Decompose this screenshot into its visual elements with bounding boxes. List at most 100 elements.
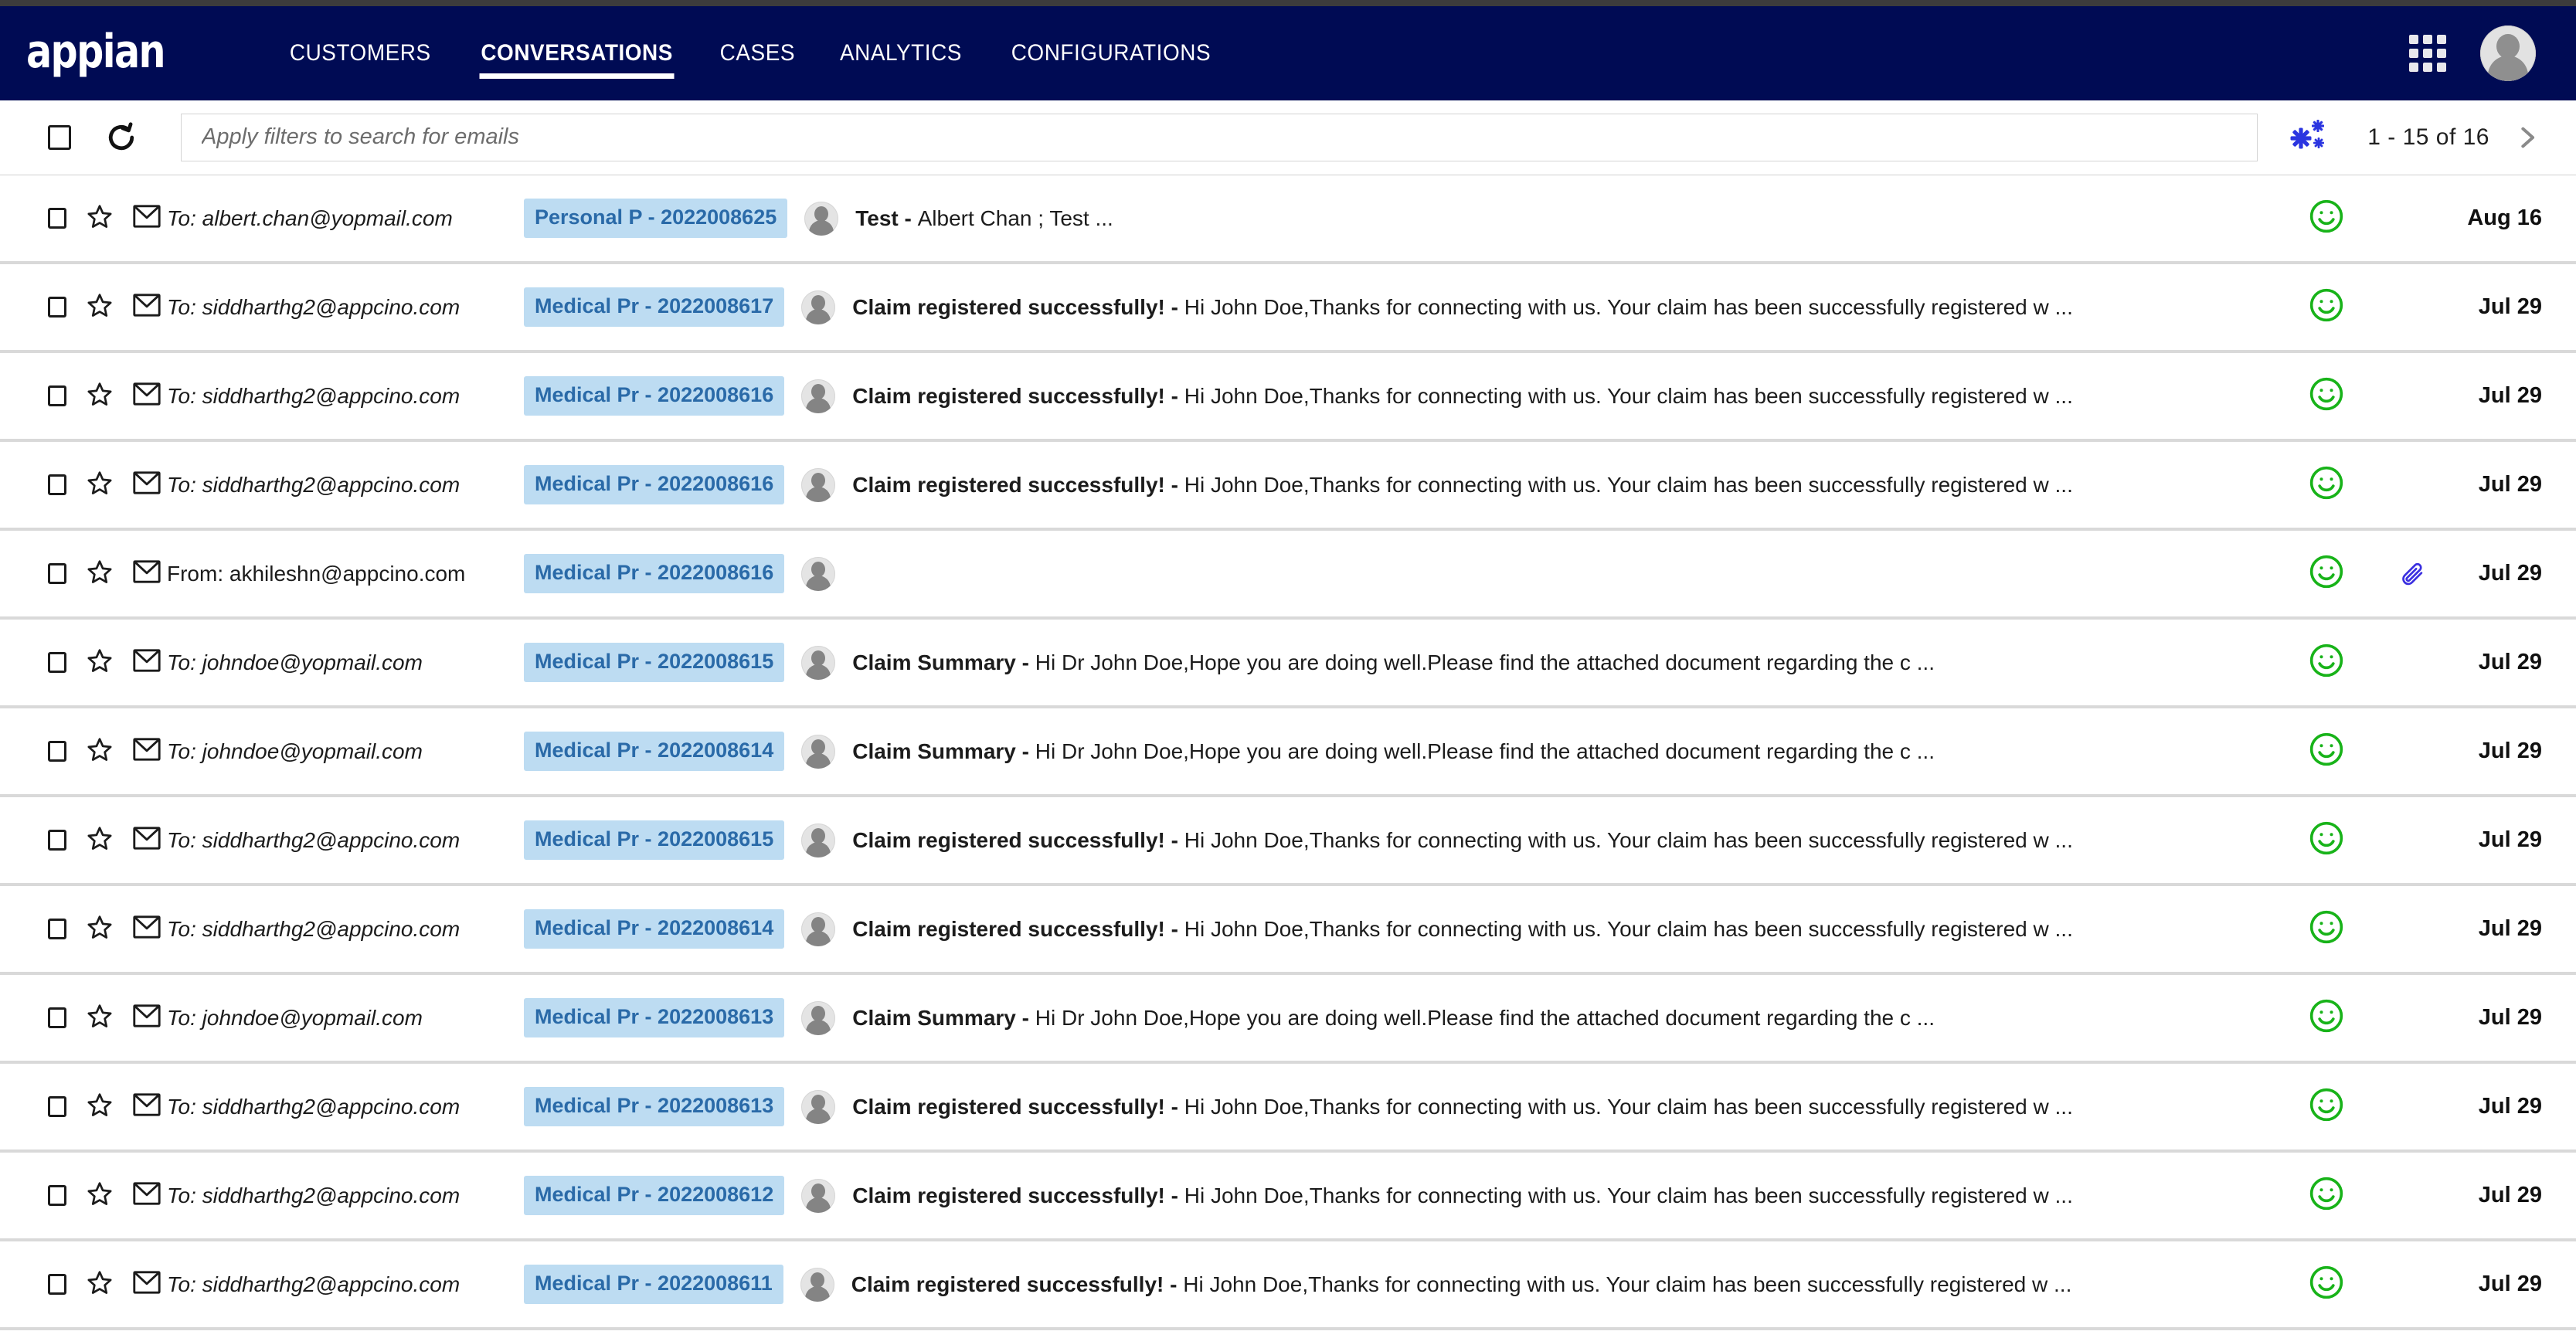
row-checkbox-icon[interactable] bbox=[48, 1185, 66, 1206]
contact-avatar-icon bbox=[801, 734, 836, 769]
sentiment-smiley-icon[interactable] bbox=[2309, 732, 2344, 771]
email-row[interactable]: To: johndoe@yopmail.com Medical Pr - 2022… bbox=[0, 620, 2576, 708]
email-row[interactable]: To: albert.chan@yopmail.com Personal P - … bbox=[0, 175, 2576, 264]
star-icon[interactable] bbox=[87, 381, 113, 411]
sentiment-smiley-icon[interactable] bbox=[2309, 998, 2344, 1037]
sentiment-smiley-icon[interactable] bbox=[2309, 909, 2344, 949]
row-checkbox-icon[interactable] bbox=[48, 919, 66, 939]
envelope-icon[interactable] bbox=[133, 1271, 161, 1298]
sentiment-smiley-icon[interactable] bbox=[2309, 554, 2344, 593]
case-tag-badge[interactable]: Medical Pr - 2022008616 bbox=[524, 554, 785, 593]
gears-icon[interactable] bbox=[2289, 118, 2330, 157]
envelope-icon[interactable] bbox=[133, 205, 161, 232]
email-row[interactable]: From: akhileshn@appcino.com Medical Pr - … bbox=[0, 531, 2576, 620]
email-row[interactable]: To: johndoe@yopmail.com Medical Pr - 2022… bbox=[0, 708, 2576, 797]
star-icon[interactable] bbox=[87, 647, 113, 677]
email-row[interactable]: To: siddharthg2@appcino.com Medical Pr - … bbox=[0, 264, 2576, 353]
case-tag-badge[interactable]: Medical Pr - 2022008612 bbox=[524, 1176, 785, 1215]
email-row[interactable]: To: siddharthg2@appcino.com Medical Pr - … bbox=[0, 1064, 2576, 1153]
envelope-icon[interactable] bbox=[133, 294, 161, 321]
star-icon[interactable] bbox=[87, 736, 113, 766]
sentiment-smiley-icon[interactable] bbox=[2309, 1087, 2344, 1126]
sentiment-smiley-icon[interactable] bbox=[2309, 287, 2344, 327]
case-tag-badge[interactable]: Medical Pr - 2022008614 bbox=[524, 909, 785, 949]
envelope-icon[interactable] bbox=[133, 1004, 161, 1031]
row-checkbox-icon[interactable] bbox=[48, 563, 66, 584]
row-checkbox-icon[interactable] bbox=[48, 474, 66, 495]
envelope-icon[interactable] bbox=[133, 471, 161, 498]
case-tag-badge[interactable]: Medical Pr - 2022008614 bbox=[524, 732, 785, 771]
sentiment-smiley-icon[interactable] bbox=[2309, 820, 2344, 860]
select-all-checkbox-icon[interactable] bbox=[48, 124, 71, 150]
email-row[interactable]: To: siddharthg2@appcino.com Medical Pr - … bbox=[0, 442, 2576, 531]
envelope-icon[interactable] bbox=[133, 649, 161, 676]
sentiment-smiley-icon[interactable] bbox=[2309, 1265, 2344, 1304]
row-checkbox-icon[interactable] bbox=[48, 208, 66, 229]
email-row[interactable]: To: siddharthg2@appcino.com Medical Pr - … bbox=[0, 1153, 2576, 1241]
row-checkbox-icon[interactable] bbox=[48, 1096, 66, 1117]
envelope-icon[interactable] bbox=[133, 382, 161, 409]
email-address: To: albert.chan@yopmail.com bbox=[167, 205, 453, 230]
envelope-icon[interactable] bbox=[133, 1182, 161, 1209]
refresh-icon[interactable] bbox=[104, 120, 139, 155]
search-field-wrapper[interactable] bbox=[181, 113, 2258, 161]
envelope-icon[interactable] bbox=[133, 738, 161, 765]
case-tag-badge[interactable]: Medical Pr - 2022008615 bbox=[524, 643, 785, 682]
case-tag-badge[interactable]: Medical Pr - 2022008616 bbox=[524, 376, 785, 416]
email-message: Claim registered successfully! - Hi John… bbox=[852, 825, 2287, 856]
nav-item-cases[interactable]: CASES bbox=[702, 6, 812, 100]
row-icon-group bbox=[48, 1269, 161, 1299]
case-tag-badge[interactable]: Medical Pr - 2022008613 bbox=[524, 998, 785, 1037]
case-tag-badge[interactable]: Medical Pr - 2022008617 bbox=[524, 287, 785, 327]
case-tag-badge[interactable]: Medical Pr - 2022008611 bbox=[524, 1265, 783, 1304]
nav-item-customers[interactable]: CUSTOMERS bbox=[273, 6, 448, 100]
email-row[interactable]: Claim registered successfully! - Hi John… bbox=[0, 1330, 2576, 1338]
nav-item-analytics[interactable]: ANALYTICS bbox=[822, 6, 979, 100]
search-input[interactable] bbox=[200, 124, 2239, 151]
case-tag-badge[interactable]: Personal P - 2022008625 bbox=[524, 199, 788, 238]
star-icon[interactable] bbox=[87, 1003, 113, 1033]
row-checkbox-icon[interactable] bbox=[48, 830, 66, 851]
email-row[interactable]: To: siddharthg2@appcino.com Medical Pr - … bbox=[0, 886, 2576, 975]
row-checkbox-icon[interactable] bbox=[48, 1274, 66, 1295]
envelope-icon[interactable] bbox=[133, 560, 161, 587]
star-icon[interactable] bbox=[87, 825, 113, 855]
email-row[interactable]: To: siddharthg2@appcino.com Medical Pr - … bbox=[0, 797, 2576, 886]
email-preview: Hi Dr John Doe,Hope you are doing well.P… bbox=[1035, 1005, 1935, 1030]
star-icon[interactable] bbox=[87, 1269, 113, 1299]
sentiment-smiley-icon[interactable] bbox=[2309, 465, 2344, 504]
email-row[interactable]: To: siddharthg2@appcino.com Medical Pr - … bbox=[0, 1241, 2576, 1330]
star-icon[interactable] bbox=[87, 1180, 113, 1211]
appian-logo[interactable]: appian bbox=[26, 29, 166, 75]
row-checkbox-icon[interactable] bbox=[48, 297, 66, 318]
user-avatar-icon[interactable] bbox=[2480, 25, 2536, 81]
star-icon[interactable] bbox=[87, 914, 113, 944]
row-icon-group bbox=[48, 470, 161, 500]
envelope-icon[interactable] bbox=[133, 915, 161, 942]
row-checkbox-icon[interactable] bbox=[48, 385, 66, 406]
star-icon[interactable] bbox=[87, 1092, 113, 1122]
star-icon[interactable] bbox=[87, 203, 113, 233]
sentiment-smiley-icon[interactable] bbox=[2309, 643, 2344, 682]
row-checkbox-icon[interactable] bbox=[48, 741, 66, 762]
app-launcher-grid-icon[interactable] bbox=[2409, 35, 2446, 72]
star-icon[interactable] bbox=[87, 292, 113, 322]
sentiment-smiley-icon[interactable] bbox=[2309, 1176, 2344, 1215]
envelope-icon[interactable] bbox=[133, 827, 161, 854]
case-tag-badge[interactable]: Medical Pr - 2022008616 bbox=[524, 465, 785, 504]
case-tag-badge[interactable]: Medical Pr - 2022008615 bbox=[524, 820, 785, 860]
case-tag-badge[interactable]: Medical Pr - 2022008613 bbox=[524, 1087, 785, 1126]
nav-item-conversations[interactable]: CONVERSATIONS bbox=[464, 6, 690, 100]
nav-item-configurations[interactable]: CONFIGURATIONS bbox=[994, 6, 1228, 100]
row-checkbox-icon[interactable] bbox=[48, 1007, 66, 1028]
sentiment-smiley-icon[interactable] bbox=[2309, 199, 2344, 238]
envelope-icon[interactable] bbox=[133, 1093, 161, 1120]
chevron-right-icon[interactable] bbox=[2513, 121, 2542, 155]
sentiment-smiley-icon[interactable] bbox=[2309, 376, 2344, 416]
star-icon[interactable] bbox=[87, 559, 113, 589]
attachment-paperclip-icon[interactable] bbox=[2384, 561, 2440, 587]
row-checkbox-icon[interactable] bbox=[48, 652, 66, 673]
star-icon[interactable] bbox=[87, 470, 113, 500]
email-row[interactable]: To: siddharthg2@appcino.com Medical Pr - … bbox=[0, 353, 2576, 442]
email-row[interactable]: To: johndoe@yopmail.com Medical Pr - 2022… bbox=[0, 975, 2576, 1064]
